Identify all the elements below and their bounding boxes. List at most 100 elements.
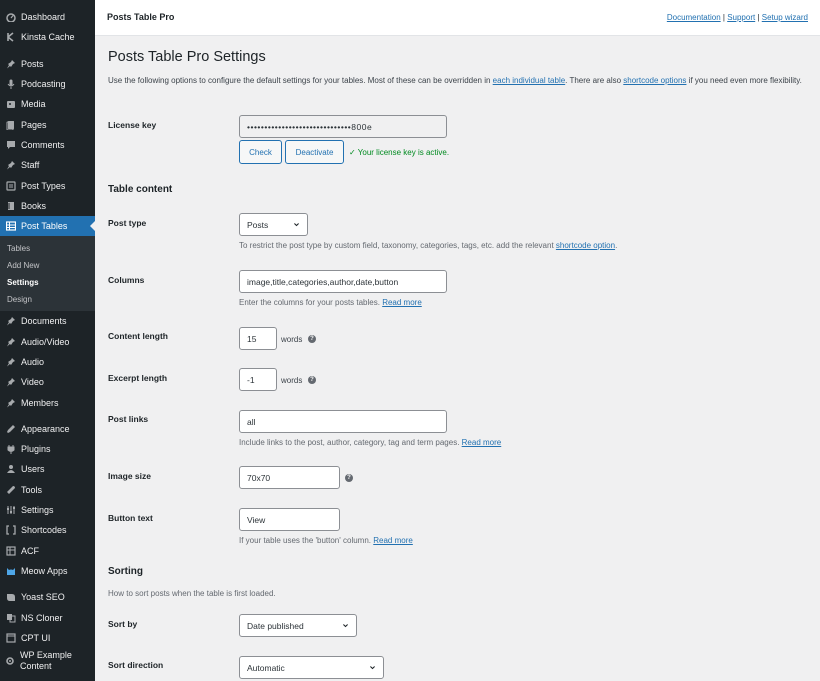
sidebar-item-media[interactable]: Media <box>0 94 95 114</box>
post-type-description: To restrict the post type by custom fiel… <box>239 241 618 250</box>
image-size-input[interactable]: 70x70 <box>239 466 340 489</box>
sidebar-item-appearance[interactable]: Appearance <box>0 419 95 439</box>
excerpt-length-unit: words <box>281 376 303 385</box>
cptui-icon <box>5 632 16 643</box>
users-icon <box>5 464 16 475</box>
columns-input[interactable]: image,title,categories,author,date,butto… <box>239 270 447 293</box>
post-links-label: Post links <box>108 414 149 424</box>
check-button[interactable]: Check <box>239 140 282 164</box>
meow-icon <box>5 565 16 576</box>
columns-label: Columns <box>108 275 145 285</box>
sidebar-item-tools[interactable]: Tools <box>0 480 95 500</box>
sidebar-item-comments[interactable]: Comments <box>0 135 95 155</box>
setup-wizard-link[interactable]: Setup wizard <box>762 13 808 22</box>
submenu-item-settings[interactable]: Settings <box>0 274 95 291</box>
sidebar-item-label: Dashboard <box>21 12 66 23</box>
sidebar-item-label: WP Example Content <box>20 650 72 672</box>
sidebar-item-settings[interactable]: Settings <box>0 500 95 520</box>
sidebar-item-label: Kinsta Cache <box>21 32 75 43</box>
individual-table-link[interactable]: each individual table <box>493 76 566 85</box>
sidebar-item-plugins[interactable]: Plugins <box>0 439 95 459</box>
sidebar-item-meow-apps[interactable]: Meow Apps <box>0 561 95 581</box>
sidebar-item-staff[interactable]: Staff <box>0 155 95 175</box>
sidebar-item-label: NS Cloner <box>21 612 63 623</box>
sidebar-item-label: Audio/Video <box>21 336 70 347</box>
media-icon <box>5 99 16 110</box>
pin-icon <box>5 357 16 368</box>
sort-by-label: Sort by <box>108 619 138 629</box>
shortcode-icon <box>5 525 16 536</box>
settings-icon <box>5 505 16 516</box>
columns-read-more-link[interactable]: Read more <box>382 298 422 307</box>
button-text-input[interactable]: View <box>239 508 340 531</box>
content-length-help-icon[interactable]: ? <box>308 335 316 343</box>
post-type-select[interactable]: Posts <box>239 213 308 236</box>
content-length-unit: words <box>281 335 303 344</box>
button-text-label: Button text <box>108 513 153 523</box>
sidebar-item-label: Pages <box>21 119 47 130</box>
sidebar-item-users[interactable]: Users <box>0 459 95 479</box>
documentation-link[interactable]: Documentation <box>667 13 721 22</box>
plugin-header: Posts Table Pro Documentation | Support … <box>95 0 820 36</box>
sidebar-item-members[interactable]: Members <box>0 392 95 412</box>
chevron-down-icon <box>370 666 375 670</box>
shortcode-option-link[interactable]: shortcode option <box>556 241 615 250</box>
sidebar-item-label: Books <box>21 200 47 211</box>
pin-icon <box>5 316 16 327</box>
sidebar-item-ns-cloner[interactable]: NS Cloner <box>0 607 95 627</box>
yoast-icon <box>5 592 16 603</box>
excerpt-length-input[interactable]: -1 <box>239 368 277 391</box>
sidebar-item-yoast-seo[interactable]: Yoast SEO <box>0 587 95 607</box>
pin-icon <box>5 58 16 69</box>
button-text-read-more-link[interactable]: Read more <box>373 536 413 545</box>
sidebar-item-podcasting[interactable]: Podcasting <box>0 74 95 94</box>
admin-sidebar: Dashboard Kinsta Cache Posts Podcasting Medi… <box>0 0 95 681</box>
deactivate-button[interactable]: Deactivate <box>285 140 344 164</box>
post-tables-submenu: Tables Add New Settings Design <box>0 236 95 312</box>
sidebar-item-dashboard[interactable]: Dashboard <box>0 7 95 27</box>
support-link[interactable]: Support <box>727 13 755 22</box>
page-title: Posts Table Pro Settings <box>108 49 266 65</box>
sidebar-item-wp-example-content[interactable]: WP Example Content <box>0 648 95 674</box>
post-links-input[interactable]: all <box>239 410 447 433</box>
license-key-input[interactable]: ••••••••••••••••••••••••••••••800e <box>239 115 447 138</box>
shortcode-options-link[interactable]: shortcode options <box>623 76 686 85</box>
content-length-input[interactable]: 15 <box>239 327 277 350</box>
sidebar-item-label: Users <box>21 464 45 475</box>
plugin-brand: Posts Table Pro <box>107 12 175 22</box>
sidebar-item-post-tables[interactable]: Post Tables <box>0 215 95 237</box>
plugin-icon <box>5 444 16 455</box>
submenu-item-tables[interactable]: Tables <box>0 240 95 257</box>
sidebar-item-post-types[interactable]: Post Types <box>0 175 95 195</box>
submenu-item-design[interactable]: Design <box>0 291 95 308</box>
sidebar-item-video[interactable]: Video <box>0 372 95 392</box>
sidebar-item-audio-video[interactable]: Audio/Video <box>0 332 95 352</box>
sort-direction-select[interactable]: Automatic <box>239 656 384 679</box>
sidebar-item-pages[interactable]: Pages <box>0 114 95 134</box>
sidebar-item-shortcodes[interactable]: Shortcodes <box>0 520 95 540</box>
post-types-icon <box>5 180 16 191</box>
sidebar-item-books[interactable]: Books <box>0 196 95 216</box>
sidebar-item-documents[interactable]: Documents <box>0 311 95 331</box>
sidebar-item-audio[interactable]: Audio <box>0 352 95 372</box>
pin-icon <box>5 160 16 171</box>
sidebar-item-posts[interactable]: Posts <box>0 54 95 74</box>
gear-icon <box>5 656 15 667</box>
sidebar-item-label: Audio <box>21 357 45 367</box>
pages-icon <box>5 119 16 130</box>
sidebar-item-label: Settings <box>21 505 54 516</box>
sidebar-item-acf[interactable]: ACF <box>0 541 95 561</box>
acf-icon <box>5 545 16 556</box>
tools-icon <box>5 484 16 495</box>
sidebar-item-kinsta-cache[interactable]: Kinsta Cache <box>0 27 95 47</box>
sidebar-item-label: Media <box>21 99 46 110</box>
sidebar-item-cpt-ui[interactable]: CPT UI <box>0 628 95 648</box>
image-size-help-icon[interactable]: ? <box>345 474 353 482</box>
excerpt-length-help-icon[interactable]: ? <box>308 376 316 384</box>
post-links-read-more-link[interactable]: Read more <box>462 438 502 447</box>
sort-by-select[interactable]: Date published <box>239 614 357 637</box>
sort-direction-label: Sort direction <box>108 660 164 670</box>
sidebar-item-label: Comments <box>21 139 65 150</box>
submenu-item-add-new[interactable]: Add New <box>0 257 95 274</box>
sidebar-item-label: Staff <box>21 160 40 171</box>
